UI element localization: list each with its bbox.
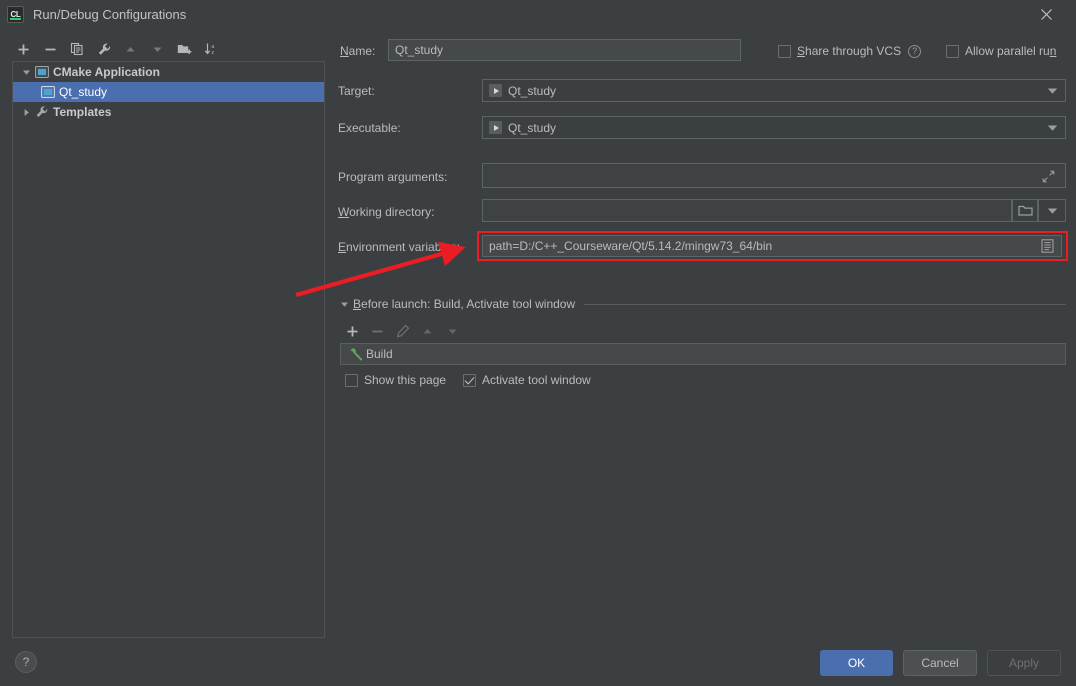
- executable-value: Qt_study: [508, 120, 557, 135]
- close-icon[interactable]: [1024, 0, 1068, 29]
- environment-variables-value: path=D:/C++_Courseware/Qt/5.14.2/mingw73…: [489, 239, 773, 253]
- cancel-button[interactable]: Cancel: [903, 650, 977, 676]
- chevron-down-icon[interactable]: [1040, 80, 1065, 101]
- wrench-icon: [33, 105, 51, 119]
- title-bar: CL Run/Debug Configurations: [0, 0, 1076, 29]
- allow-parallel-run-label: Allow parallel run: [965, 44, 1057, 58]
- tree-item-label: Templates: [53, 105, 112, 119]
- before-launch-task-label: Build: [366, 347, 393, 361]
- folder-icon[interactable]: [1012, 199, 1038, 222]
- apply-button: Apply: [987, 650, 1061, 676]
- allow-parallel-run-box[interactable]: [946, 44, 959, 58]
- show-this-page-box[interactable]: [345, 373, 358, 387]
- triangle-down-icon[interactable]: [340, 300, 349, 309]
- move-into-folder-button[interactable]: [171, 37, 198, 61]
- question-mark-icon[interactable]: ?: [908, 44, 922, 58]
- tree-item-qt-study[interactable]: Qt_study: [13, 82, 324, 102]
- remove-configuration-button[interactable]: [37, 37, 64, 61]
- tree-item-cmake-application[interactable]: CMake Application: [13, 62, 324, 82]
- name-input[interactable]: Qt_study: [388, 39, 741, 61]
- move-up-button[interactable]: [118, 37, 145, 61]
- environment-variables-label: Environment variables:: [338, 240, 461, 254]
- before-launch-add-button[interactable]: [340, 320, 365, 342]
- allow-parallel-run-checkbox[interactable]: Allow parallel run: [946, 44, 1056, 58]
- tree-item-label: CMake Application: [53, 65, 160, 79]
- before-launch-move-down-button: [440, 320, 465, 342]
- executable-label: Executable:: [338, 121, 401, 135]
- run-target-icon: [489, 84, 502, 97]
- before-launch-task-list[interactable]: Build: [340, 343, 1066, 365]
- show-this-page-label: Show this page: [364, 373, 447, 387]
- name-label: Name:: [340, 44, 375, 58]
- clion-icon-underline: [10, 18, 21, 20]
- move-down-button[interactable]: [144, 37, 171, 61]
- target-combobox[interactable]: Qt_study: [482, 79, 1066, 102]
- tree-item-templates[interactable]: Templates: [13, 102, 324, 122]
- environment-variables-input[interactable]: path=D:/C++_Courseware/Qt/5.14.2/mingw73…: [482, 235, 1062, 257]
- show-this-page-checkbox[interactable]: Show this page: [345, 373, 446, 387]
- chevron-down-icon[interactable]: [1040, 117, 1065, 138]
- run-target-icon: [489, 121, 502, 134]
- target-value: Qt_study: [508, 83, 557, 98]
- clion-icon: CL: [7, 6, 24, 23]
- ok-button[interactable]: OK: [820, 650, 893, 676]
- run-config-icon: [33, 66, 51, 78]
- add-configuration-button[interactable]: [10, 37, 37, 61]
- working-directory-input[interactable]: [482, 199, 1012, 222]
- copy-configuration-button[interactable]: [64, 37, 91, 61]
- triangle-right-icon[interactable]: [19, 108, 33, 117]
- edit-templates-button[interactable]: [91, 37, 118, 61]
- before-launch-header[interactable]: Before launch: Build, Activate tool wind…: [340, 297, 1066, 311]
- name-label-mnemonic: N: [340, 44, 349, 58]
- working-directory-label: Working directory:: [338, 205, 435, 219]
- program-arguments-input[interactable]: [482, 163, 1066, 188]
- sort-configurations-button[interactable]: a z: [198, 37, 225, 61]
- before-launch-edit-button: [390, 320, 415, 342]
- configurations-toolbar: a z: [10, 36, 225, 62]
- before-launch-remove-button: [365, 320, 390, 342]
- program-arguments-label: Program arguments:: [338, 170, 448, 184]
- before-launch-title: Before launch: Build, Activate tool wind…: [353, 297, 576, 311]
- name-label-rest: ame:: [348, 44, 376, 58]
- before-launch-move-up-button: [415, 320, 440, 342]
- expand-diagonal-icon[interactable]: [1040, 168, 1056, 184]
- before-launch-task-build[interactable]: Build: [341, 344, 1065, 364]
- hammer-icon: [346, 347, 366, 361]
- before-launch-toolbar: [340, 320, 480, 342]
- share-through-vcs-label: Share through VCS: [797, 44, 902, 58]
- configurations-tree[interactable]: CMake Application Qt_study Templates: [12, 61, 325, 638]
- svg-text:z: z: [211, 50, 214, 56]
- tree-item-label: Qt_study: [59, 85, 108, 99]
- share-through-vcs-box[interactable]: [778, 44, 791, 58]
- name-input-value: Qt_study: [395, 43, 444, 57]
- activate-tool-window-checkbox[interactable]: Activate tool window: [463, 373, 591, 387]
- share-through-vcs-checkbox[interactable]: Share through VCS ?: [778, 44, 922, 58]
- list-edit-icon[interactable]: [1038, 237, 1056, 255]
- triangle-down-icon[interactable]: [19, 68, 33, 77]
- activate-tool-window-box[interactable]: [463, 373, 476, 387]
- executable-combobox[interactable]: Qt_study: [482, 116, 1066, 139]
- help-button[interactable]: ?: [15, 651, 37, 673]
- target-label: Target:: [338, 84, 375, 98]
- page-title: Run/Debug Configurations: [33, 7, 187, 22]
- activate-tool-window-label: Activate tool window: [482, 373, 591, 387]
- before-launch-divider: [584, 303, 1066, 305]
- run-config-icon: [39, 86, 57, 98]
- working-directory-dropdown-icon[interactable]: [1038, 199, 1066, 222]
